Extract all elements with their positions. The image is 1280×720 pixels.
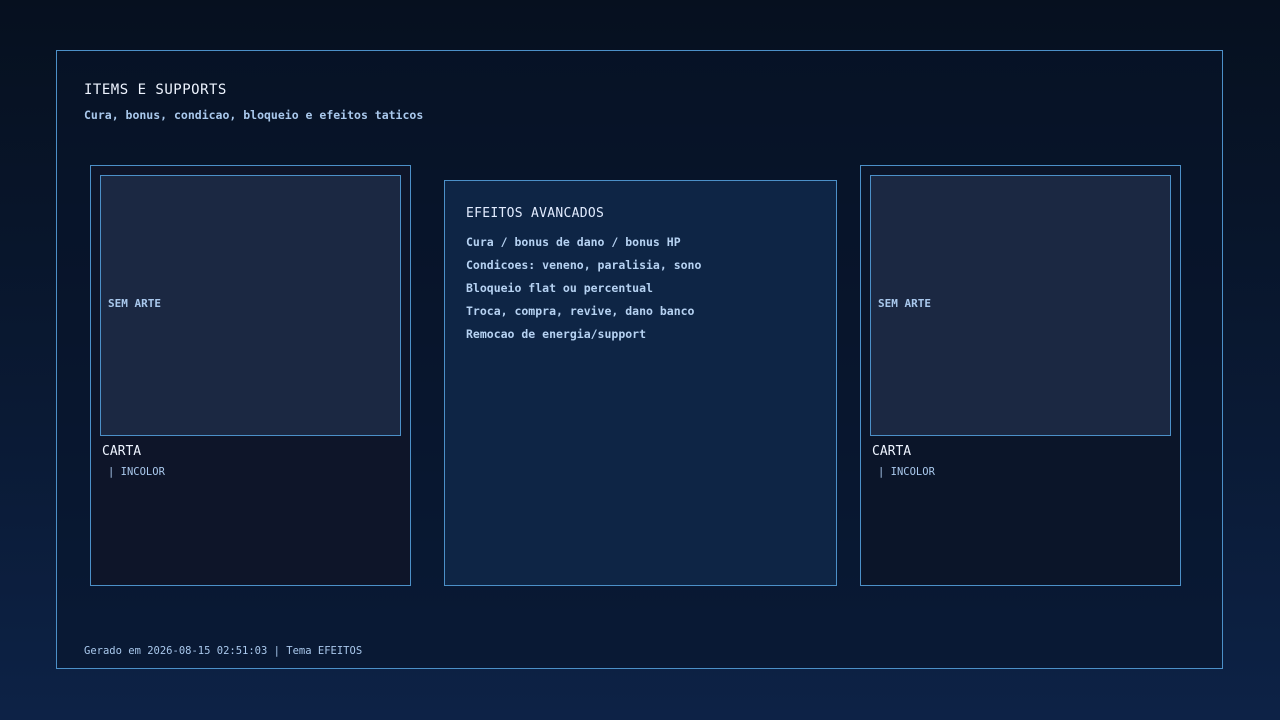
- card-art-label: SEM ARTE: [878, 297, 931, 310]
- effect-item: Troca, compra, revive, dano banco: [466, 304, 695, 318]
- card-name: CARTA: [102, 444, 142, 459]
- card-name: CARTA: [872, 444, 912, 459]
- card-art-placeholder: SEM ARTE: [870, 175, 1171, 436]
- page-subtitle: Cura, bonus, condicao, bloqueio e efeito…: [84, 108, 424, 122]
- effect-item: Condicoes: veneno, paralisia, sono: [466, 258, 702, 272]
- footer-generated-info: Gerado em 2026-08-15 02:51:03 | Tema EFE…: [84, 645, 363, 657]
- card-color-meta: | INCOLOR: [878, 466, 935, 478]
- effects-panel: EFEITOS AVANCADOS Cura / bonus de dano /…: [444, 180, 837, 586]
- effects-title: EFEITOS AVANCADOS: [466, 206, 605, 221]
- effects-list: Cura / bonus de dano / bonus HP Condicoe…: [466, 234, 701, 349]
- card-art-label: SEM ARTE: [108, 297, 161, 310]
- card-color-meta: | INCOLOR: [108, 466, 165, 478]
- card-right[interactable]: SEM ARTE CARTA | INCOLOR: [860, 165, 1181, 586]
- effect-item: Remocao de energia/support: [466, 327, 647, 341]
- effect-item: Cura / bonus de dano / bonus HP: [466, 235, 681, 249]
- effect-item: Bloqueio flat ou percentual: [466, 281, 653, 295]
- page-title: ITEMS E SUPPORTS: [84, 82, 227, 98]
- main-frame: ITEMS E SUPPORTS Cura, bonus, condicao, …: [56, 50, 1223, 669]
- card-left[interactable]: SEM ARTE CARTA | INCOLOR: [90, 165, 411, 586]
- card-art-placeholder: SEM ARTE: [100, 175, 401, 436]
